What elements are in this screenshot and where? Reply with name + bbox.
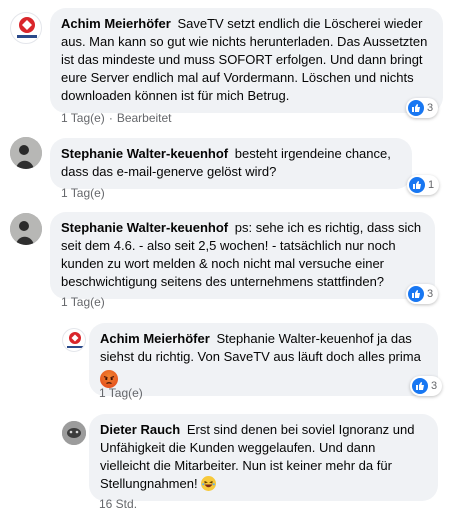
reaction-number: 3: [427, 288, 434, 300]
like-icon: [412, 378, 428, 394]
reaction-count[interactable]: 3: [410, 376, 443, 396]
like-icon: [409, 177, 425, 193]
reply-meta: 1 Tag(e): [99, 386, 143, 400]
timestamp[interactable]: 1 Tag(e): [61, 186, 105, 200]
reaction-number: 3: [427, 102, 434, 114]
reaction-count[interactable]: 1: [407, 175, 440, 195]
reply-author[interactable]: Dieter Rauch: [100, 422, 180, 437]
reaction-count[interactable]: 3: [406, 284, 439, 304]
timestamp[interactable]: 16 Std.: [99, 497, 137, 511]
timestamp[interactable]: 1 Tag(e): [61, 295, 105, 309]
like-icon: [408, 286, 424, 302]
comment-bubble: Stephanie Walter-keuenhof ps: sehe ich e…: [50, 212, 435, 299]
reaction-number: 1: [428, 179, 435, 191]
comment-author[interactable]: Stephanie Walter-keuenhof: [61, 220, 228, 235]
comment-meta: 1 Tag(e) · Bearbeitet: [61, 111, 172, 125]
avatar-stephanie[interactable]: [10, 137, 42, 169]
reply-author[interactable]: Achim Meierhöfer: [100, 331, 210, 346]
edited-label: Bearbeitet: [116, 111, 172, 125]
reply-bubble: Dieter Rauch Erst sind denen bei soviel …: [89, 414, 438, 501]
comment-bubble: Stephanie Walter-keuenhof besteht irgend…: [50, 138, 412, 189]
avatar-achim[interactable]: [10, 12, 42, 44]
timestamp[interactable]: 1 Tag(e): [99, 386, 143, 400]
comment-author[interactable]: Stephanie Walter-keuenhof: [61, 146, 228, 161]
avatar-achim[interactable]: [62, 328, 86, 352]
comment-meta: 1 Tag(e): [61, 295, 105, 309]
laughing-emoji: [201, 476, 217, 491]
like-icon: [408, 100, 424, 116]
comment-meta: 1 Tag(e): [61, 186, 105, 200]
reaction-count[interactable]: 3: [406, 98, 439, 118]
avatar-dieter[interactable]: [62, 421, 86, 445]
reaction-number: 3: [431, 380, 438, 392]
reply-meta: 16 Std.: [99, 497, 137, 511]
comment-author[interactable]: Achim Meierhöfer: [61, 16, 171, 31]
avatar-stephanie[interactable]: [10, 213, 42, 245]
timestamp[interactable]: 1 Tag(e): [61, 111, 105, 125]
comment-bubble: Achim Meierhöfer SaveTV setzt endlich di…: [50, 8, 443, 113]
